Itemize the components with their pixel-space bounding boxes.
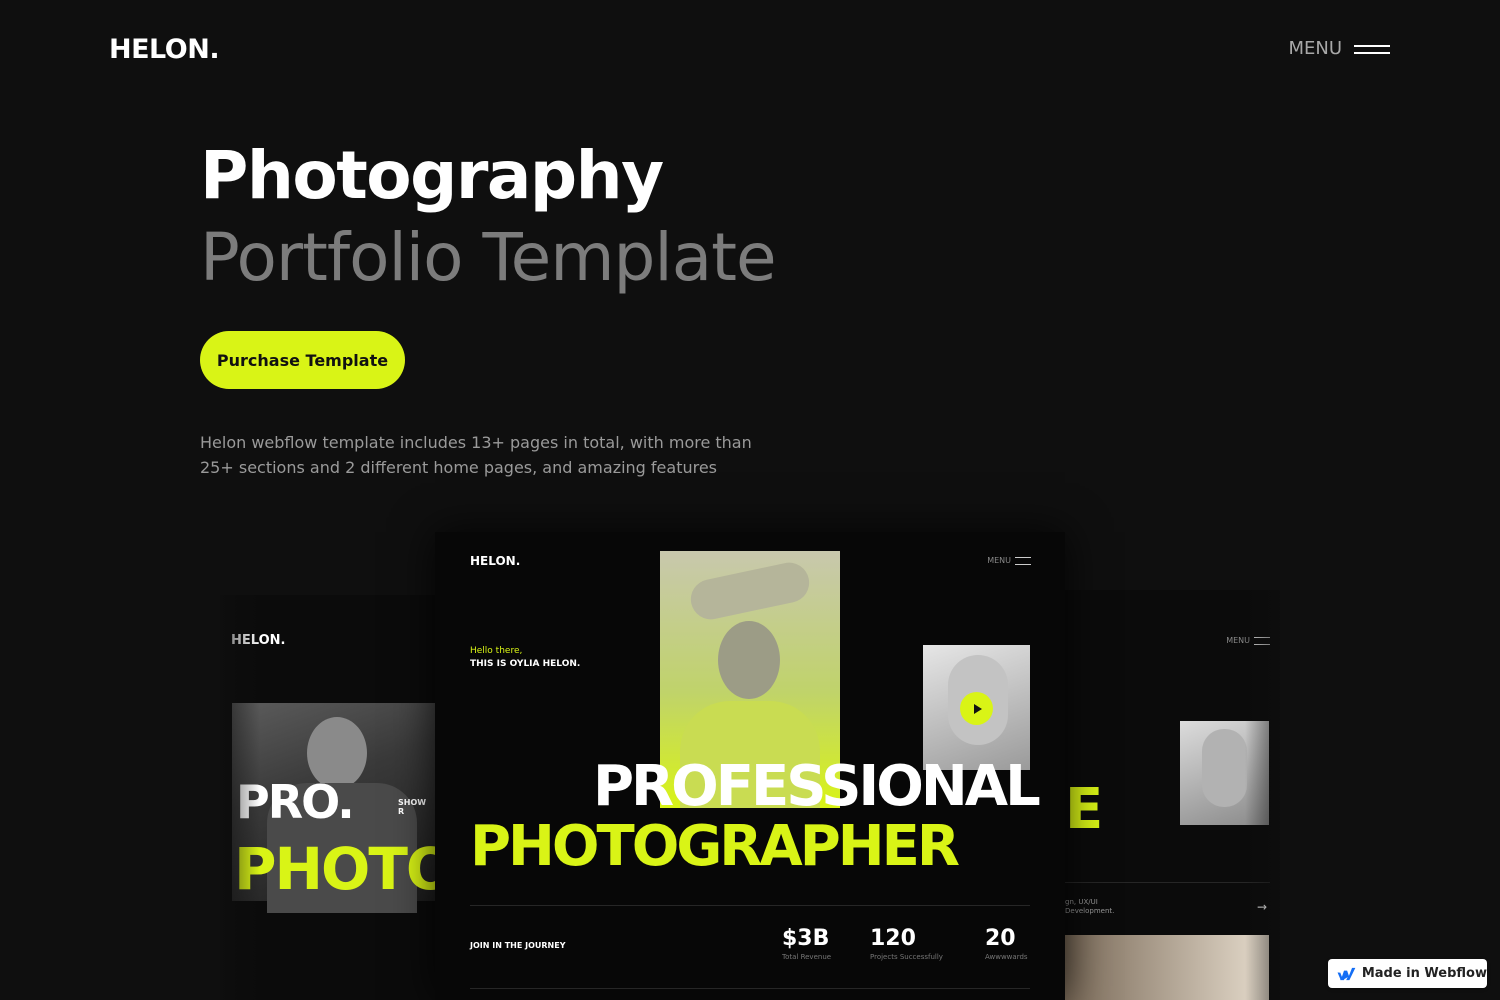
stat-value: $3B [782,926,830,951]
stat-label: Total Revenue [782,953,832,961]
hamburger-menu-icon [1354,42,1390,56]
preview-main-intro: THIS IS OYLIA HELON. [470,659,581,669]
preview-main-join-label: JOIN IN THE JOURNEY [470,941,566,950]
stat-awards: 20 Awwwwards [985,926,1028,961]
preview-main-headline-2: PHOTOGRAPHER [470,814,960,879]
preview-left-headline-2: PHOTO [234,835,435,903]
preview-main-menu-label: MENU [987,556,1011,565]
preview-main[interactable]: HELON. MENU Hello there, THIS IS OYLIA H… [435,532,1065,1000]
preview-right-photo-2 [1065,935,1269,1000]
preview-main-headline-1: PROFESSIONAL [593,754,1041,819]
badge-label: Made in Webflow [1361,966,1487,981]
fade-overlay-right [1245,590,1305,1000]
made-in-webflow-badge[interactable]: Made in Webflow [1328,959,1487,988]
stat-value: 120 [870,926,916,951]
hero-subtitle: Portfolio Template [200,219,777,296]
stat-value: 20 [985,926,1016,951]
preview-right-text: gn, UX/UI Development. [1065,898,1114,916]
hero-description: Helon webflow template includes 13+ page… [200,433,752,477]
preview-right-text-line-1: gn, UX/UI [1065,898,1098,906]
preview-main-menu: MENU [987,556,1031,565]
divider [470,905,1030,906]
purchase-template-button[interactable]: Purchase Template [200,331,405,389]
play-icon[interactable] [960,692,993,725]
stat-revenue: $3B Total Revenue [782,926,831,961]
divider [1065,882,1270,883]
menu-button[interactable]: MENU [1288,38,1390,59]
stat-projects: 120 Projects Successfully [870,926,943,961]
menu-label: MENU [1288,38,1342,59]
webflow-logo-icon [1337,967,1356,980]
preview-main-greeting: Hello there, [470,646,523,656]
preview-left-side-label: SHOW R [398,798,427,816]
preview-right-headline-fragment: E [1065,777,1104,842]
preview-main-logo: HELON. [470,554,521,568]
fade-overlay-left [200,590,260,1000]
hero-title: Photography [200,137,664,214]
logo[interactable]: HELON. [109,34,220,65]
hamburger-menu-icon [1015,556,1031,565]
stat-label: Awwwwards [985,953,1028,961]
divider [470,988,1030,989]
preview-right-text-line-2: Development. [1065,907,1115,915]
stat-label: Projects Successfully [870,953,943,961]
